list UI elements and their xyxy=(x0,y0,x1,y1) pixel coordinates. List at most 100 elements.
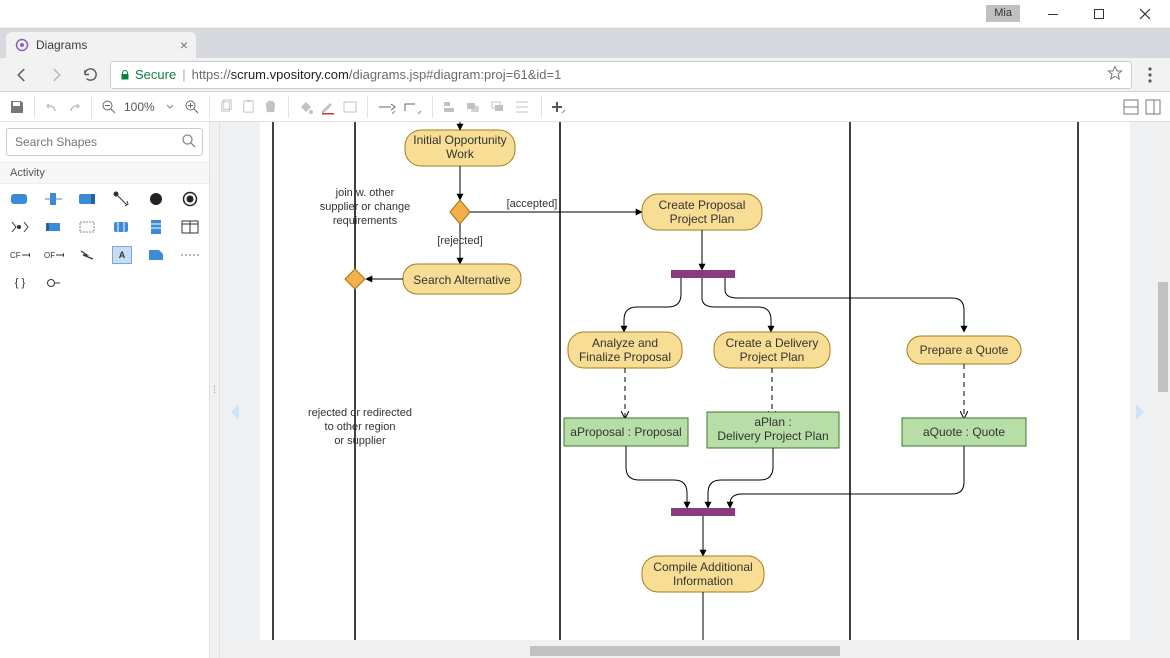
address-omnibox[interactable]: Secure | https://scrum.vpository.com/dia… xyxy=(110,61,1132,89)
shape-action[interactable] xyxy=(44,190,64,208)
connector-arrow-icon[interactable] xyxy=(374,96,400,118)
reload-button[interactable] xyxy=(76,61,104,89)
svg-text:Compile Additional: Compile Additional xyxy=(653,560,752,574)
layout-split-icon[interactable] xyxy=(1120,96,1142,118)
shape-decision[interactable] xyxy=(112,190,132,208)
node-merge[interactable] xyxy=(345,269,365,289)
delete-icon[interactable] xyxy=(260,96,282,118)
shape-final-node[interactable] xyxy=(180,190,200,208)
undo-icon[interactable] xyxy=(41,96,63,118)
svg-text:Initial Opportunity: Initial Opportunity xyxy=(413,133,506,147)
scrollbar-thumb[interactable] xyxy=(1158,282,1168,392)
shape-constraint[interactable]: { } xyxy=(10,274,30,292)
redo-icon[interactable] xyxy=(63,96,85,118)
secure-indicator: Secure xyxy=(119,67,176,82)
shape-object-flow[interactable]: OF xyxy=(44,246,64,264)
shape-send-signal[interactable] xyxy=(10,218,30,236)
zoom-out-icon[interactable] xyxy=(98,96,120,118)
shape-style-icon[interactable] xyxy=(339,96,361,118)
zoom-level: 100% xyxy=(120,100,159,114)
stroke-color-icon[interactable] xyxy=(317,96,339,118)
zoom-in-icon[interactable] xyxy=(181,96,203,118)
horizontal-scrollbar[interactable] xyxy=(220,644,1156,658)
connector-style-icon[interactable] xyxy=(400,96,426,118)
shape-accept-event[interactable] xyxy=(78,190,98,208)
vertical-scrollbar[interactable] xyxy=(1156,122,1170,644)
shape-object[interactable] xyxy=(44,218,64,236)
bookmark-star-icon[interactable] xyxy=(1107,65,1123,84)
app-toolbar: 100% xyxy=(0,92,1170,122)
back-button[interactable] xyxy=(8,61,36,89)
canvas-nav-left-icon[interactable] xyxy=(229,402,243,425)
canvas-area: Initial Opportunity Work [accepted] [rej… xyxy=(220,122,1170,658)
distribute-icon[interactable] xyxy=(511,96,535,118)
svg-text:Delivery Project Plan: Delivery Project Plan xyxy=(717,429,828,443)
maximize-button[interactable] xyxy=(1076,0,1122,28)
svg-text:requirements: requirements xyxy=(333,215,398,227)
svg-text:[accepted]: [accepted] xyxy=(507,198,558,210)
align-icon[interactable] xyxy=(439,96,463,118)
svg-text:aProposal : Proposal: aProposal : Proposal xyxy=(570,425,681,439)
svg-text:[rejected]: [rejected] xyxy=(437,235,482,247)
node-decision-accept[interactable] xyxy=(450,200,470,224)
shape-exception[interactable] xyxy=(78,246,98,264)
shape-expansion[interactable] xyxy=(112,218,132,236)
scrollbar-thumb[interactable] xyxy=(530,646,840,656)
sidebar: Activity CF OF A { } xyxy=(0,122,210,658)
svg-text:join w. other: join w. other xyxy=(335,187,395,199)
activity-diagram: Initial Opportunity Work [accepted] [rej… xyxy=(260,122,1130,640)
shape-pin[interactable] xyxy=(44,274,64,292)
fill-icon[interactable] xyxy=(295,96,317,118)
minimize-button[interactable] xyxy=(1030,0,1076,28)
svg-text:aQuote : Quote: aQuote : Quote xyxy=(923,425,1005,439)
svg-text:supplier or change: supplier or change xyxy=(320,201,411,213)
shape-text-annotation[interactable]: A xyxy=(112,246,132,264)
palette-title-activity[interactable]: Activity xyxy=(0,162,209,184)
search-icon xyxy=(181,133,197,152)
url-text: https://scrum.vpository.com/diagrams.jsp… xyxy=(192,67,562,82)
svg-text:Search Alternative: Search Alternative xyxy=(413,273,511,287)
zoom-dropdown-icon[interactable] xyxy=(159,96,181,118)
save-icon[interactable] xyxy=(6,96,28,118)
svg-text:Create a Delivery: Create a Delivery xyxy=(726,336,819,350)
svg-text:Work: Work xyxy=(446,147,475,161)
main-area: Activity CF OF A { } xyxy=(0,122,1170,658)
shape-initial-node[interactable] xyxy=(146,190,166,208)
node-join[interactable] xyxy=(671,508,735,516)
diagram-canvas[interactable]: Initial Opportunity Work [accepted] [rej… xyxy=(260,122,1130,640)
order-icon[interactable] xyxy=(487,96,511,118)
shape-control-flow[interactable]: CF xyxy=(10,246,30,264)
svg-text:rejected or redirected: rejected or redirected xyxy=(308,407,412,419)
tab-close-icon[interactable]: × xyxy=(180,37,188,53)
shape-datastore[interactable] xyxy=(146,218,166,236)
shape-region[interactable] xyxy=(146,246,166,264)
layout-panel-icon[interactable] xyxy=(1142,96,1164,118)
copy-icon[interactable] xyxy=(216,96,238,118)
shape-activity[interactable] xyxy=(10,190,30,208)
svg-text:Finalize Proposal: Finalize Proposal xyxy=(579,350,671,364)
sidebar-splitter[interactable]: ⁞ xyxy=(210,122,220,658)
browser-tab[interactable]: Diagrams × xyxy=(6,32,196,58)
node-fork-1[interactable] xyxy=(671,270,735,278)
svg-text:to other region: to other region xyxy=(325,421,396,433)
window-titlebar: Mia xyxy=(0,0,1170,28)
close-button[interactable] xyxy=(1122,0,1168,28)
chrome-menu-icon[interactable] xyxy=(1138,61,1162,89)
group-icon[interactable] xyxy=(463,96,487,118)
tab-favicon-icon xyxy=(14,37,30,53)
shape-partition[interactable] xyxy=(180,218,200,236)
canvas-nav-right-icon[interactable] xyxy=(1134,402,1148,425)
shape-search[interactable] xyxy=(6,128,203,156)
forward-button[interactable] xyxy=(42,61,70,89)
svg-text:Information: Information xyxy=(673,574,733,588)
shape-note[interactable] xyxy=(78,218,98,236)
svg-text:Project Plan: Project Plan xyxy=(740,350,805,364)
search-input[interactable] xyxy=(6,128,203,156)
paste-icon[interactable] xyxy=(238,96,260,118)
svg-text:Prepare a Quote: Prepare a Quote xyxy=(920,343,1009,357)
add-icon[interactable] xyxy=(548,96,572,118)
svg-text:aPlan :: aPlan : xyxy=(754,415,791,429)
svg-text:Project Plan: Project Plan xyxy=(670,212,735,226)
shape-connector-dashed[interactable] xyxy=(180,246,200,264)
browser-tabstrip: Diagrams × xyxy=(0,28,1170,58)
